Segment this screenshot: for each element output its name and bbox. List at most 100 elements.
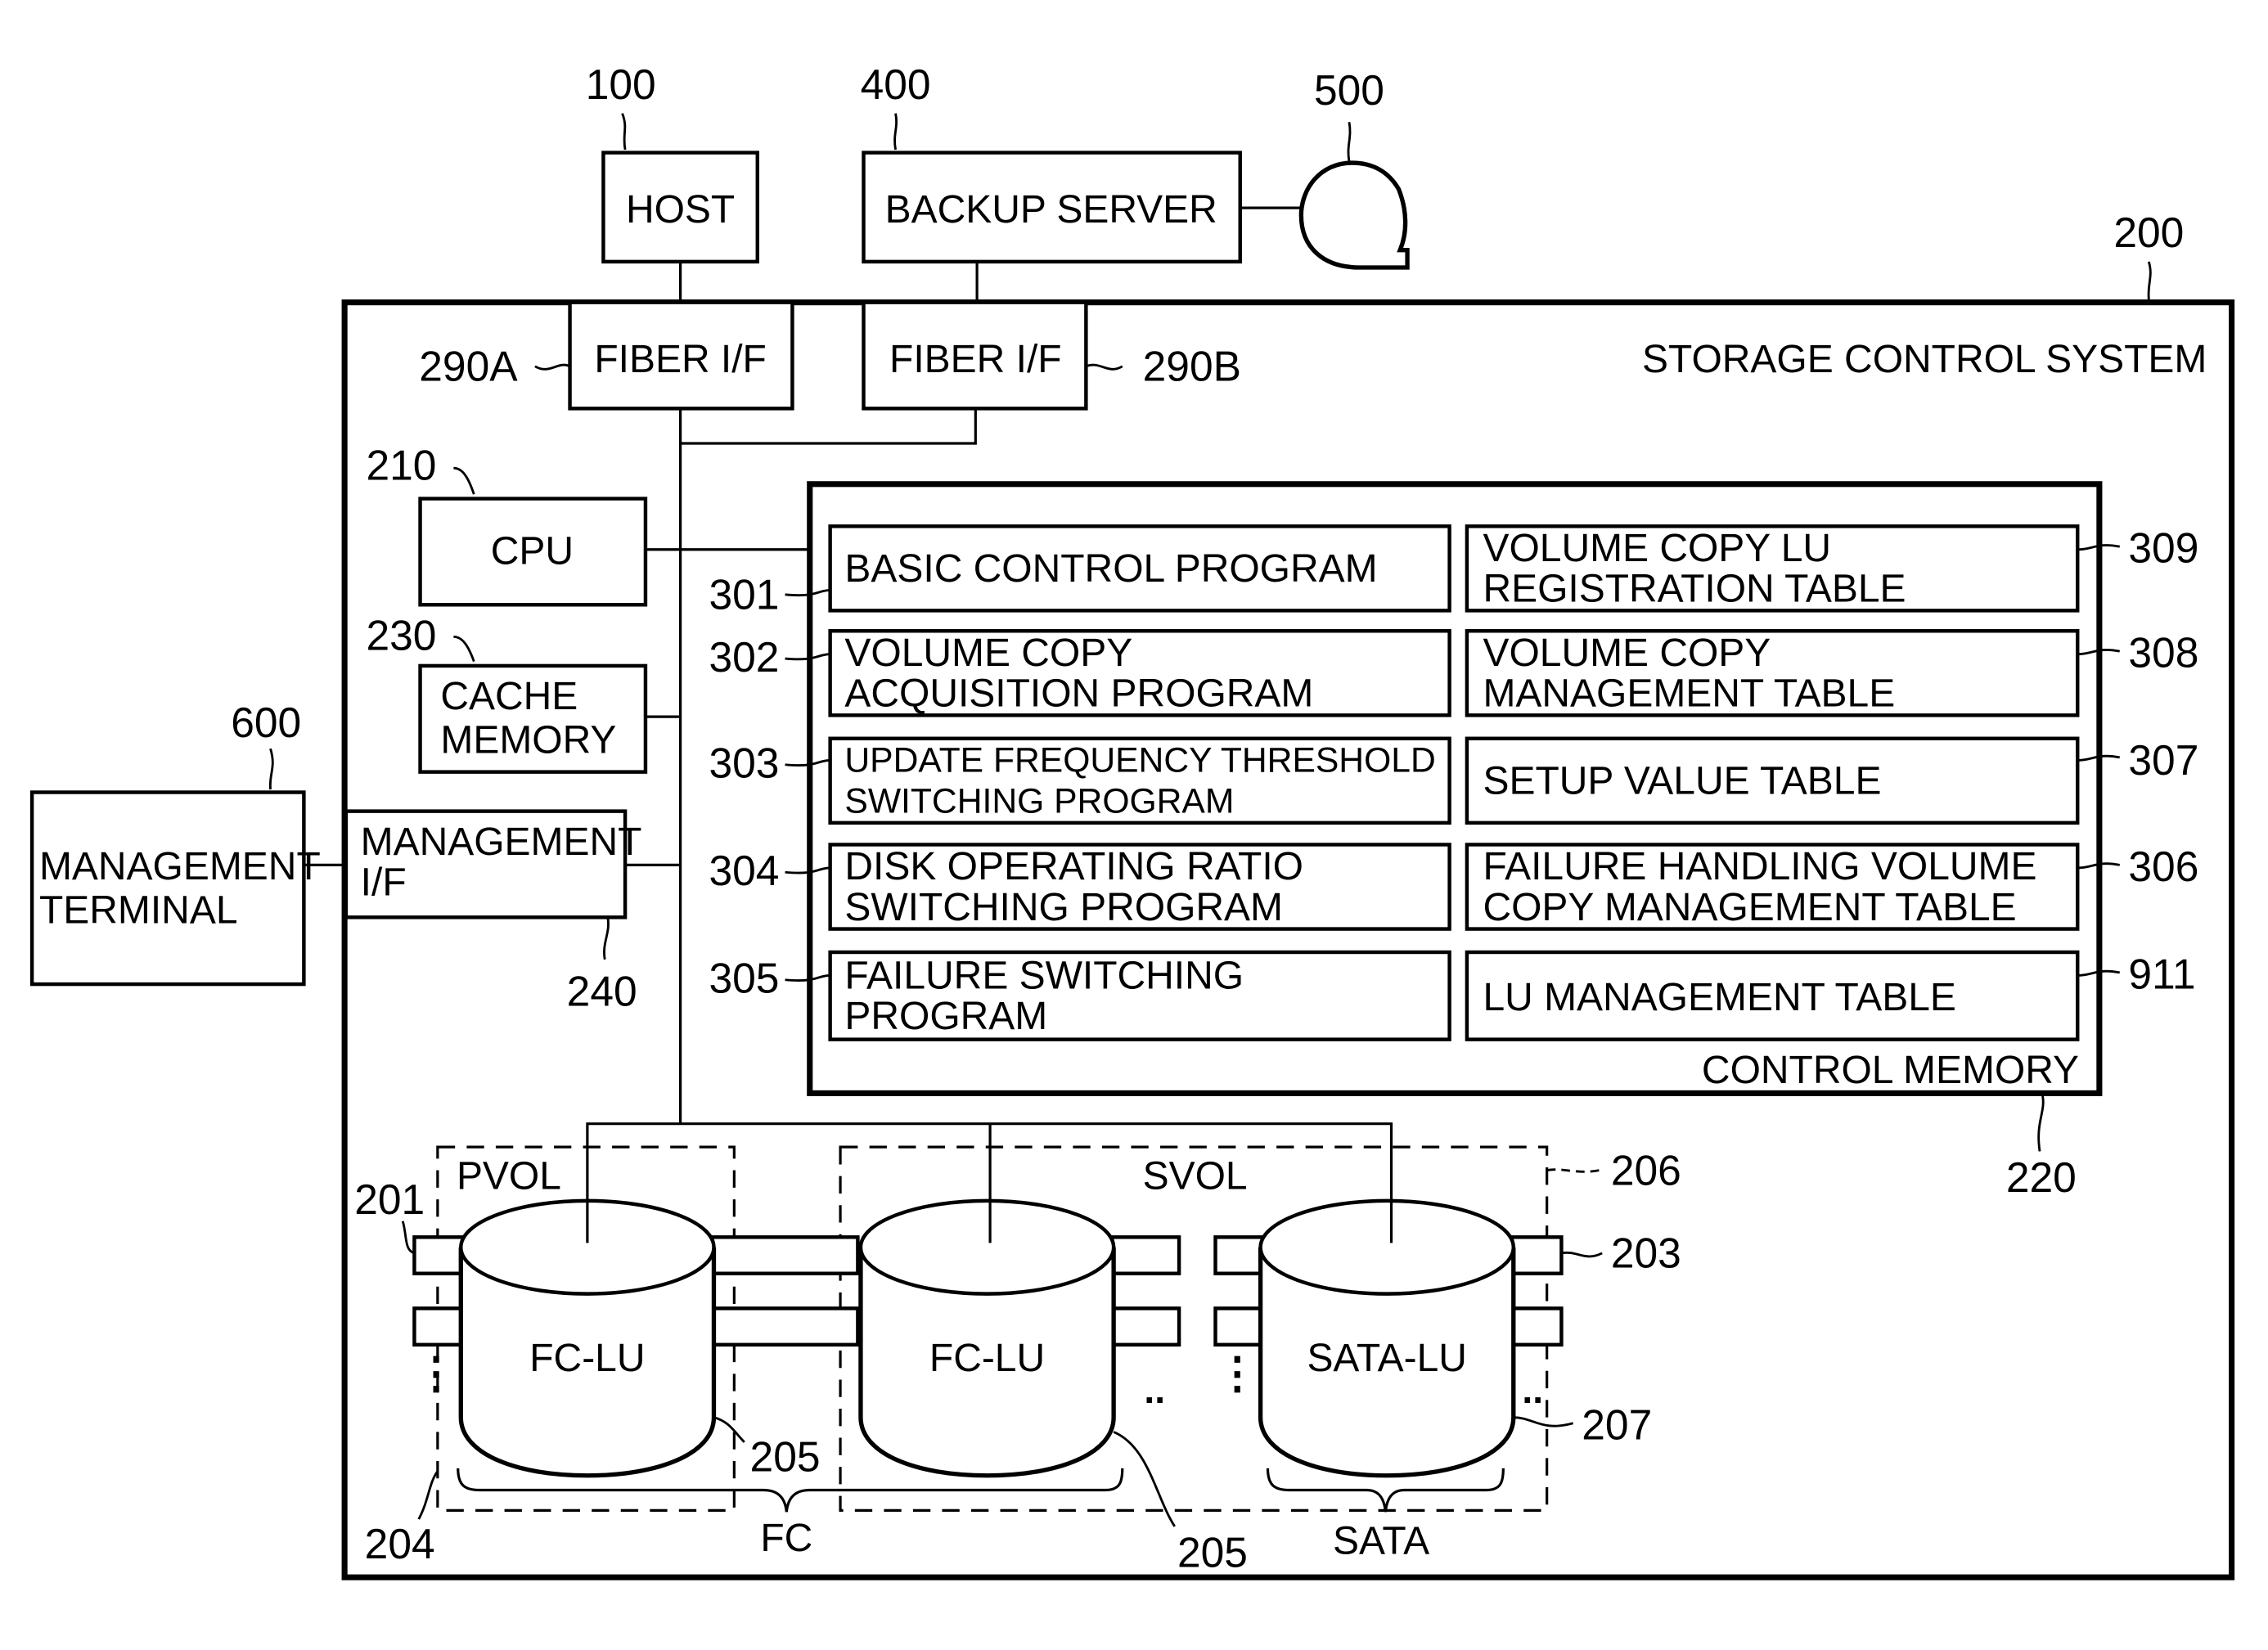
bus-fiber-b-link [680,408,977,445]
fiber-if-b: FIBER I/F 290B [862,300,1241,411]
table-line1: VOLUME COPY [1483,632,1771,675]
host-ref: 100 [586,61,656,108]
ref-205a: 205 [750,1432,821,1480]
lu-label: SATA-LU [1307,1337,1466,1380]
pvol-label: PVOL [457,1155,561,1198]
table-line2: REGISTRATION TABLE [1483,568,1906,611]
table-ref: 308 [2128,629,2198,677]
table-line2: COPY MANAGEMENT TABLE [1483,886,2016,929]
program-ref: 305 [709,955,779,1002]
table-309: VOLUME COPY LU REGISTRATION TABLE 309 [1465,524,2198,613]
port-box [1213,1235,1267,1275]
control-memory-ref: 220 [2006,1153,2077,1201]
table-ref: 309 [2128,524,2198,572]
table-line1: LU MANAGEMENT TABLE [1483,976,1955,1019]
fiber-if-a: FIBER I/F 290A [419,300,794,411]
mgmt-if-ref: 240 [567,968,637,1015]
fiber-if-b-ref: 290B [1143,343,1241,390]
ellipsis-dots: .. [1522,1369,1543,1411]
backup-server-ref: 400 [861,61,931,108]
fc-group-label: FC [760,1517,812,1560]
port-box [710,1306,860,1347]
program-line2: ACQUISITION PROGRAM [844,672,1313,716]
program-line1: VOLUME COPY [844,632,1132,675]
program-line2: PROGRAM [844,995,1047,1038]
table-line1: FAILURE HANDLING VOLUME [1483,845,2036,888]
storage-ref: 200 [2113,209,2184,256]
program-303: UPDATE FREQUENCY THRESHOLD SWITCHING PRO… [709,736,1451,825]
port-box [710,1235,860,1275]
fiber-if-b-label: FIBER I/F [889,338,1062,381]
program-301: BASIC CONTROL PROGRAM 301 [709,524,1451,618]
port-box [1110,1235,1181,1275]
lu-cylinder-svol-fc: FC-LU [858,1198,1116,1478]
ref-203: 203 [1611,1230,1681,1277]
table-line1: VOLUME COPY LU [1483,527,1831,570]
host-node: HOST 100 [586,61,759,264]
ref-203-leader [1561,1251,1603,1258]
program-line1: UPDATE FREQUENCY THRESHOLD [844,741,1435,780]
ellipsis-dots: .. [1144,1369,1165,1411]
table-line2: MANAGEMENT TABLE [1483,672,1895,716]
ref-207-leader [1513,1416,1574,1427]
fiber-if-b-leader [1085,363,1123,371]
storage-leader [2147,261,2152,300]
port-box [1110,1306,1181,1347]
cpu-ref: 210 [366,441,436,488]
program-line1: FAILURE SWITCHING [844,954,1244,997]
program-line2: SWITCHING PROGRAM [844,781,1234,821]
svol-label: SVOL [1143,1155,1248,1198]
mgmt-if-node: MANAGEMENT I/F 240 [344,809,642,1015]
program-ref: 301 [709,571,779,618]
lu-label: FC-LU [929,1337,1045,1380]
cpu-node: CPU 210 [366,441,648,607]
cache-line1: CACHE [440,675,578,718]
program-ref: 302 [709,633,779,681]
host-label: HOST [626,188,735,232]
program-line2: SWITCHING PROGRAM [844,886,1283,929]
port-box [1213,1306,1267,1347]
cpu-leader [453,466,475,495]
mgmt-if-line1: MANAGEMENT [361,821,642,864]
table-ref: 911 [2128,950,2195,997]
cache-node: CACHE MEMORY 230 [366,611,648,774]
table-307: SETUP VALUE TABLE 307 [1465,736,2198,825]
tape-leader [1347,122,1352,162]
control-memory: CONTROL MEMORY 220 BASIC CONTROL PROGRAM… [709,481,2198,1201]
program-ref: 304 [709,847,779,894]
lu-cylinder-pvol: FC-LU [458,1198,717,1478]
fiber-if-a-label: FIBER I/F [594,338,767,381]
ref-205b: 205 [1177,1529,1248,1576]
mgmt-if-leader [603,917,610,960]
ref-205b-leader [1113,1431,1176,1527]
ref-204: 204 [365,1520,435,1567]
program-302: VOLUME COPY ACQUISITION PROGRAM 302 [709,629,1451,717]
tape-ref: 500 [1314,66,1384,114]
backup-server-label: BACKUP SERVER [885,188,1217,232]
ellipsis-dots: ⋮ [1216,1350,1259,1398]
tape-node: 500 [1240,66,1410,270]
management-terminal-line1: MANAGEMENT [39,845,321,888]
cache-leader [453,635,475,663]
host-leader [621,113,627,151]
control-memory-leader [2037,1095,2045,1152]
table-ref: 307 [2128,736,2198,784]
ref-204-leader [417,1470,439,1520]
table-911: LU MANAGEMENT TABLE 911 [1465,950,2196,1041]
storage-system-diagram: HOST 100 BACKUP SERVER 400 500 MANAGEMEN… [29,61,2235,1580]
ref-207: 207 [1582,1400,1652,1448]
program-ref: 303 [709,740,779,787]
cylinder-top [1258,1198,1515,1296]
cache-ref: 230 [366,611,436,659]
ref-206: 206 [1611,1146,1681,1194]
storage-title: STORAGE CONTROL SYSTEM [1642,338,2207,381]
ref-201: 201 [354,1176,425,1223]
management-terminal-node: MANAGEMENT TERMINAL 600 [29,699,346,987]
management-terminal-ref: 600 [231,699,301,746]
cache-line2: MEMORY [440,719,616,762]
cpu-label: CPU [491,530,574,573]
tape-icon [1298,160,1410,270]
program-line1: DISK OPERATING RATIO [844,845,1303,888]
table-308: VOLUME COPY MANAGEMENT TABLE 308 [1465,629,2198,717]
ref-205a-leader [713,1416,745,1443]
